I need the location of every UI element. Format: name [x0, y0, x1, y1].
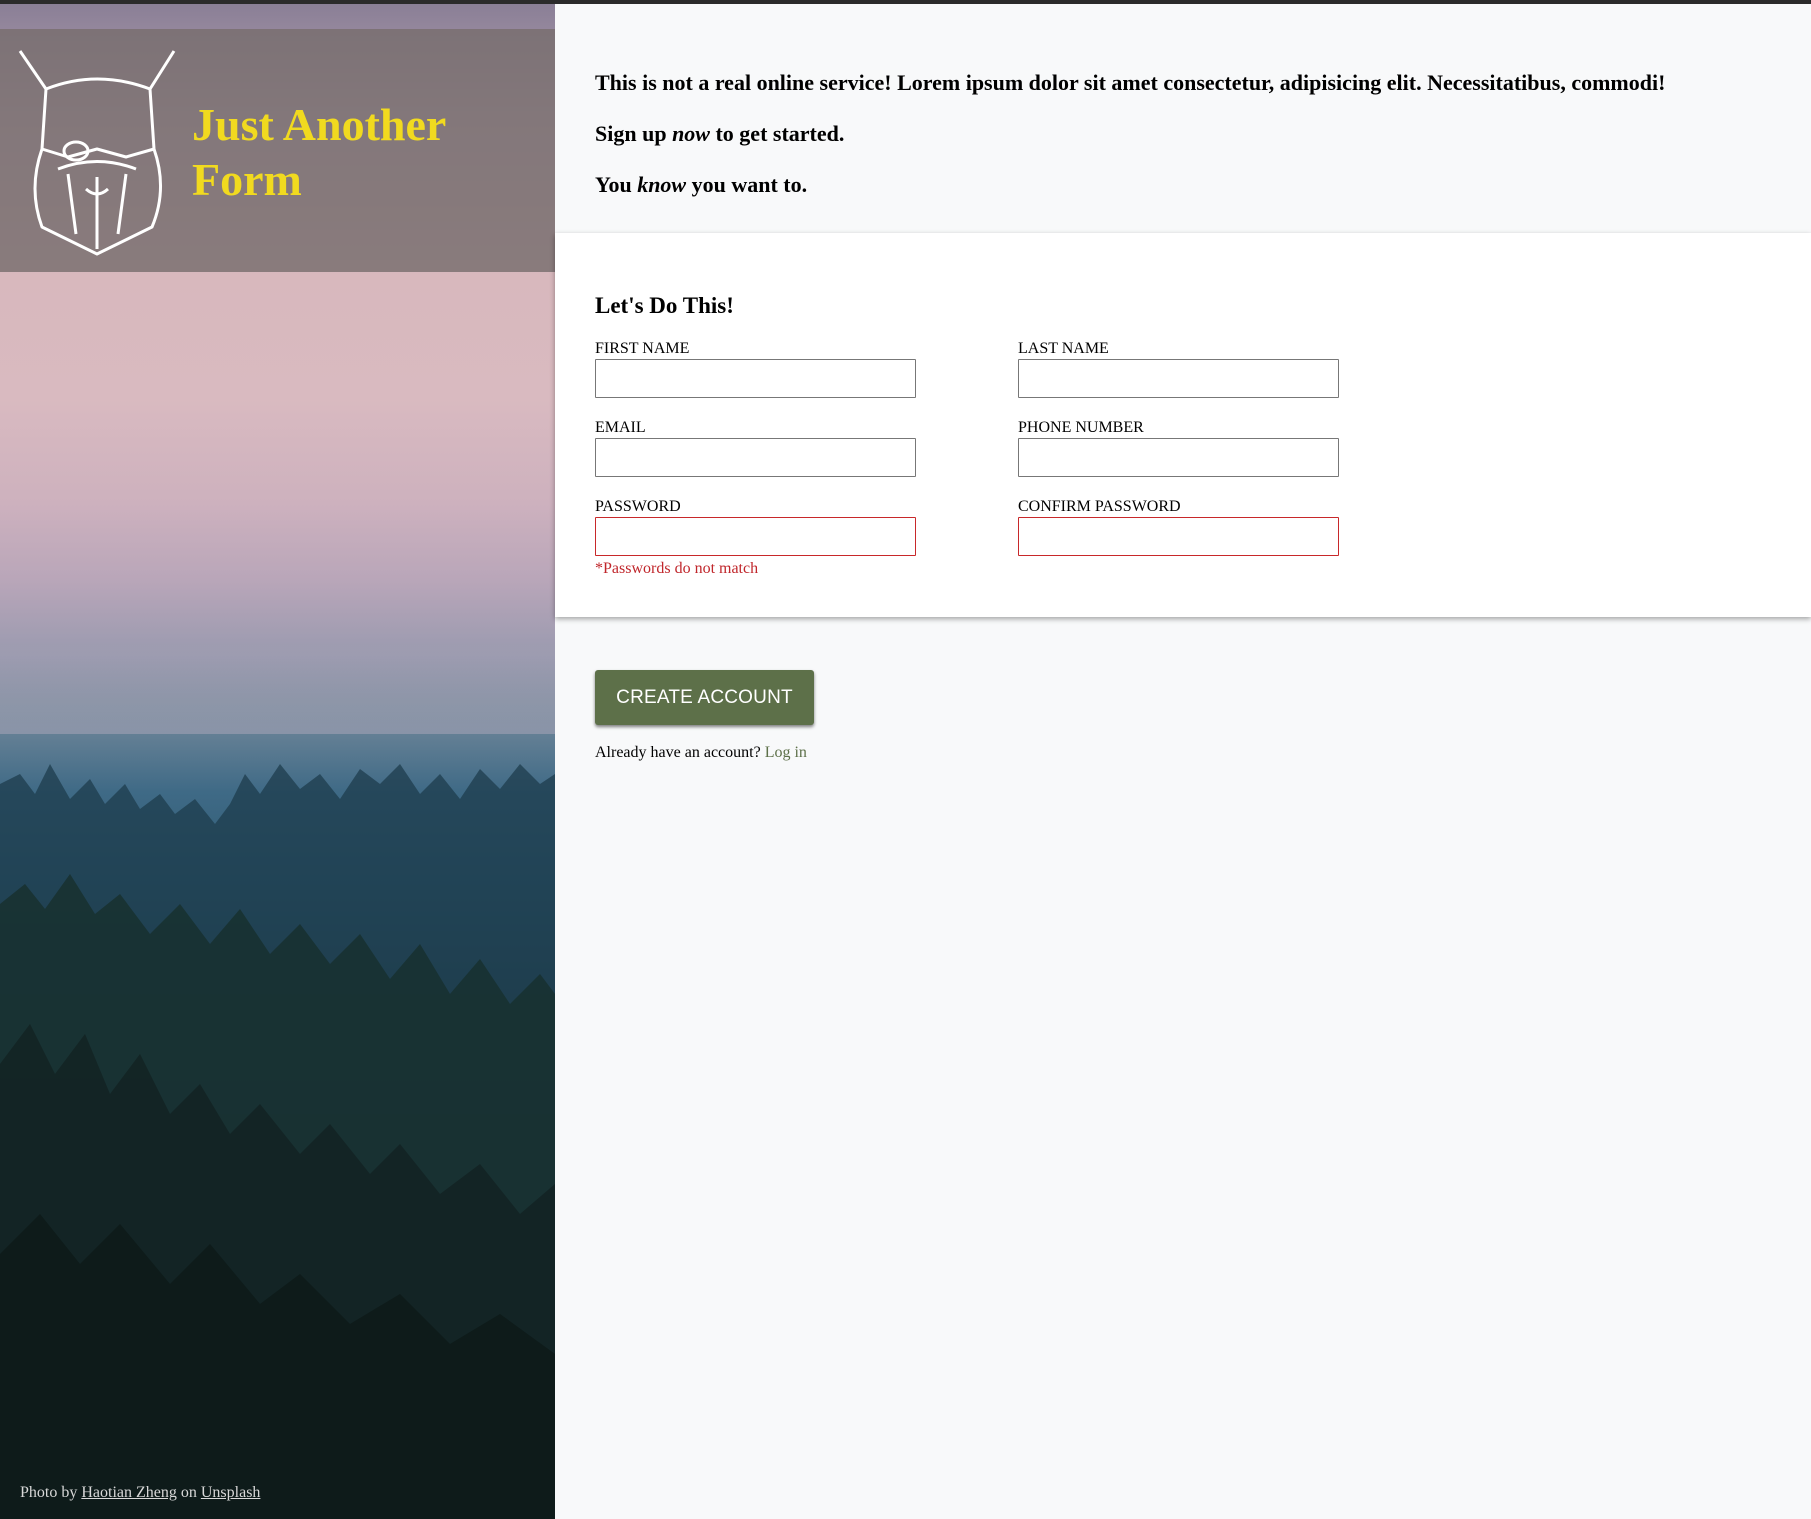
email-field: EMAIL [595, 419, 916, 477]
intro-section: This is not a real online service! Lorem… [595, 69, 1785, 222]
password-field: PASSWORD [595, 498, 916, 556]
form-title: Let's Do This! [595, 293, 734, 318]
intro-line-3: You know you want to. [595, 171, 1785, 198]
intro-line-2-emphasis: now [672, 121, 710, 146]
intro-line-3-emphasis: know [637, 172, 687, 197]
credit-prefix: Photo by [20, 1484, 78, 1501]
intro-line-3-end: you want to. [691, 172, 808, 197]
login-prompt: Already have an account? Log in [595, 744, 807, 762]
intro-line-2: Sign up now to get started. [595, 120, 1785, 147]
login-prompt-text: Already have an account? [595, 744, 761, 761]
intro-line-2-end: to get started. [715, 121, 845, 146]
last-name-label: LAST NAME [1018, 340, 1109, 357]
credit-source-link[interactable]: Unsplash [201, 1484, 261, 1501]
login-link[interactable]: Log in [765, 744, 807, 761]
last-name-field: LAST NAME [1018, 340, 1339, 398]
first-name-label: FIRST NAME [595, 340, 690, 357]
create-account-button[interactable]: CREATE ACCOUNT [595, 670, 814, 725]
password-error-message: *Passwords do not match [595, 560, 759, 577]
credit-author-link[interactable]: Haotian Zheng [81, 1484, 177, 1501]
email-label: EMAIL [595, 419, 646, 436]
credit-middle: on [180, 1484, 197, 1501]
phone-label: PHONE NUMBER [1018, 419, 1144, 436]
intro-line-3-start: You [595, 172, 632, 197]
first-name-field: FIRST NAME [595, 340, 916, 398]
first-name-input[interactable] [595, 359, 916, 398]
intro-line-2-start: Sign up [595, 121, 667, 146]
confirm-password-input[interactable] [1018, 517, 1339, 556]
phone-field: PHONE NUMBER [1018, 419, 1339, 477]
brand-banner: Just Another Form [0, 29, 555, 272]
password-input[interactable] [595, 517, 916, 556]
email-input[interactable] [595, 438, 916, 477]
signup-form: Let's Do This! FIRST NAME LAST NAME EMAI… [555, 233, 1811, 617]
hero-photo-panel: Just Another Form Photo by Haotian Zheng… [0, 4, 555, 1519]
brand-title: Just Another Form [192, 99, 446, 205]
last-name-input[interactable] [1018, 359, 1339, 398]
phone-input[interactable] [1018, 438, 1339, 477]
photo-credit: Photo by Haotian Zheng on Unsplash [20, 1484, 260, 1502]
password-label: PASSWORD [595, 498, 681, 515]
confirm-password-field: CONFIRM PASSWORD [1018, 498, 1339, 556]
viking-beard-icon [18, 50, 176, 256]
intro-line-1: This is not a real online service! Lorem… [595, 70, 1666, 95]
confirm-password-label: CONFIRM PASSWORD [1018, 498, 1181, 515]
